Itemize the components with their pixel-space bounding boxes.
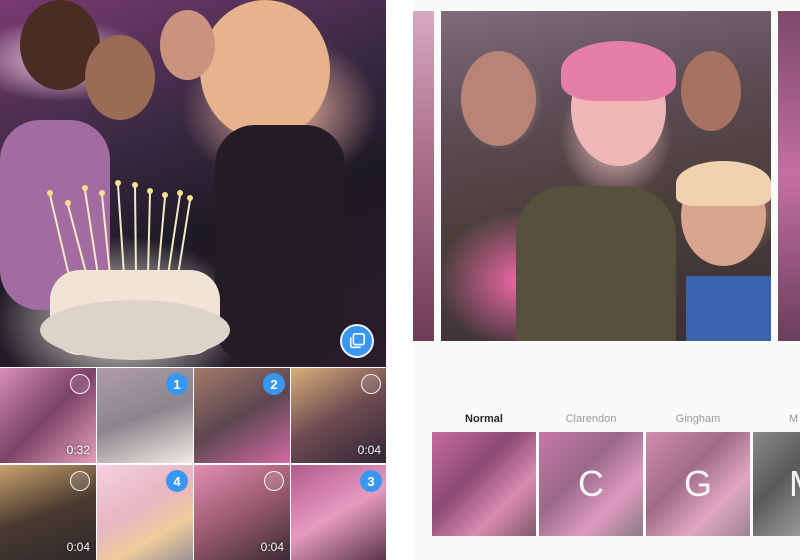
current-photo — [441, 11, 771, 341]
filter-thumb-normal[interactable] — [432, 432, 536, 536]
select-circle[interactable] — [361, 374, 381, 394]
previous-photo[interactable] — [413, 11, 434, 341]
filter-thumb-clarendon[interactable]: C — [539, 432, 643, 536]
person-shape — [160, 10, 215, 80]
selection-number-badge[interactable]: 4 — [166, 470, 188, 492]
filter-label-gingham: Gingham — [675, 413, 721, 425]
filter-editor-screen: Normal Clarendon Gingham M C G M — [413, 0, 800, 560]
video-duration: 0:04 — [260, 540, 284, 554]
selection-number-badge[interactable]: 2 — [263, 373, 285, 395]
media-tile[interactable]: 0:04 — [291, 368, 386, 463]
media-tile[interactable]: 0:04 — [194, 465, 290, 560]
video-duration: 0:32 — [66, 443, 90, 457]
media-tile[interactable]: 4 — [97, 465, 193, 560]
select-circle[interactable] — [264, 471, 284, 491]
video-duration: 0:04 — [66, 540, 90, 554]
hair-shape — [561, 41, 676, 101]
person-shape — [215, 125, 345, 365]
media-tile[interactable]: 3 — [291, 465, 386, 560]
person-shape — [461, 51, 536, 146]
selection-number-badge[interactable]: 3 — [360, 470, 382, 492]
filter-label-clarendon: Clarendon — [565, 413, 617, 425]
person-shape — [85, 35, 155, 120]
media-tile[interactable]: 1 — [97, 368, 193, 463]
select-circle[interactable] — [70, 471, 90, 491]
filter-thumb-gingham[interactable]: G — [646, 432, 750, 536]
hair-shape — [676, 161, 771, 206]
filter-label-partial: M — [789, 413, 799, 425]
candles — [47, 180, 193, 281]
filter-strip: Normal Clarendon Gingham M C G M — [413, 405, 800, 560]
filter-thumb-partial[interactable]: M — [753, 432, 800, 536]
photo-carousel[interactable] — [413, 11, 800, 341]
media-picker-screen: 0:32 1 2 0:04 0:04 4 0:04 3 — [0, 0, 386, 560]
media-grid: 0:32 1 2 0:04 0:04 4 0:04 3 — [0, 368, 386, 560]
jacket-shape — [516, 186, 676, 341]
media-tile[interactable]: 0:32 — [0, 368, 96, 463]
person-shape — [200, 0, 330, 140]
selection-number-badge[interactable]: 1 — [166, 373, 188, 395]
filter-label-normal: Normal — [465, 413, 503, 425]
multi-select-button[interactable] — [340, 324, 374, 358]
media-preview — [0, 0, 386, 367]
person-shape — [681, 51, 741, 131]
multiple-select-icon — [349, 332, 366, 349]
select-circle[interactable] — [70, 374, 90, 394]
media-tile[interactable]: 0:04 — [0, 465, 96, 560]
shirt-shape — [686, 276, 771, 341]
next-photo[interactable] — [778, 11, 800, 341]
plate-shape — [40, 300, 230, 360]
video-duration: 0:04 — [357, 443, 381, 457]
media-tile[interactable]: 2 — [194, 368, 290, 463]
